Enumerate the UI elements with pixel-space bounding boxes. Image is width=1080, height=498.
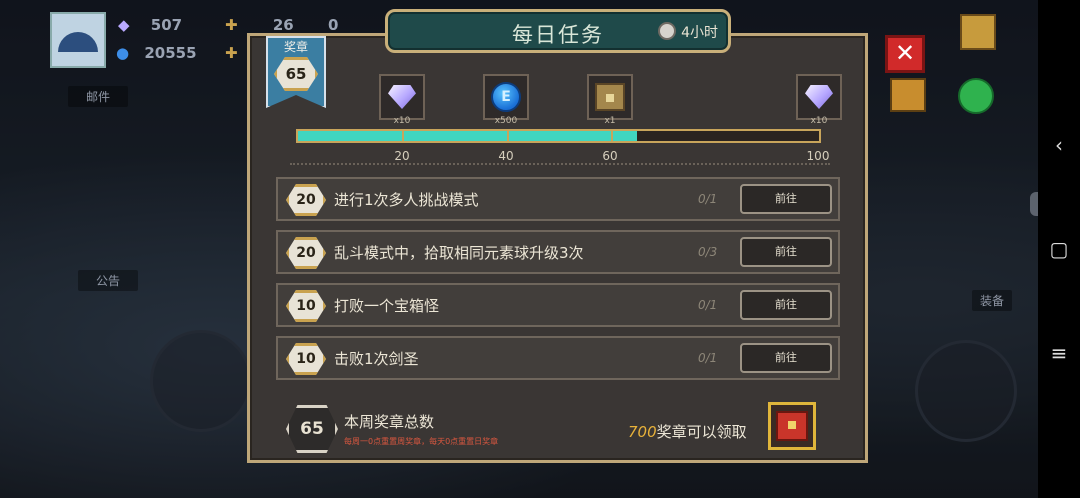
medal-progress-bar xyxy=(296,129,821,143)
home-nav-icon[interactable]: ▢ xyxy=(1046,236,1072,262)
diamond-icon xyxy=(805,85,833,109)
task-description: 进行1次多人挑战模式 xyxy=(334,191,479,209)
chest-icon xyxy=(595,83,625,111)
tick-label-40: 40 xyxy=(498,149,514,163)
progress-tick xyxy=(402,131,404,141)
stat-b-value: 0 xyxy=(328,16,339,34)
tick-label-60: 60 xyxy=(602,149,618,163)
close-button[interactable]: ✕ xyxy=(885,35,925,73)
progress-tick xyxy=(507,131,509,141)
tick-label-20: 20 xyxy=(394,149,410,163)
reward-slot-60[interactable] xyxy=(587,74,633,120)
task-progress: 0/1 xyxy=(698,298,718,312)
go-button[interactable]: 前往 xyxy=(740,290,832,320)
task-points-badge: 10 xyxy=(286,343,326,375)
recents-nav-icon[interactable]: ≡ xyxy=(1046,340,1072,366)
gem-count: 507 xyxy=(150,16,183,34)
coin-counter: ● 20555 xyxy=(116,44,197,62)
claim-number: 700 xyxy=(628,423,657,441)
task-progress: 0/1 xyxy=(698,351,718,365)
reward-qty: x500 xyxy=(494,116,518,126)
task-row: 10 击败1次剑圣 0/1 前往 xyxy=(276,336,840,380)
player-avatar[interactable] xyxy=(50,12,106,68)
reward-slot-100[interactable] xyxy=(796,74,842,120)
reward-slot-40[interactable]: E xyxy=(483,74,529,120)
stat-a-plus[interactable]: ✚ xyxy=(225,44,238,62)
stat-a-counter: ✚ 26 xyxy=(225,16,294,34)
diamond-icon xyxy=(388,85,416,109)
gem-icon: ◆ xyxy=(118,16,130,34)
coin-count: 20555 xyxy=(144,44,197,62)
task-points-badge: 20 xyxy=(286,184,326,216)
reset-timer: 4小时 xyxy=(681,25,718,41)
plus-icon: ✚ xyxy=(225,16,238,34)
progress-fill xyxy=(298,131,637,141)
reward-qty: x1 xyxy=(604,116,616,126)
task-points-badge: 10 xyxy=(286,290,326,322)
shop-icon[interactable] xyxy=(960,14,996,50)
medal-banner-label: 奖章 xyxy=(283,40,308,54)
reward-qty: x10 xyxy=(393,116,411,126)
claim-info: 700奖章可以领取 xyxy=(628,421,747,442)
task-description: 打败一个宝箱怪 xyxy=(334,297,440,315)
weekly-chest-button[interactable] xyxy=(768,402,816,450)
stat-b-counter: 0 xyxy=(328,16,338,34)
dialog-title: 每日任务 xyxy=(512,23,604,47)
clock-icon xyxy=(658,22,676,40)
title-tab: 每日任务 4小时 xyxy=(385,9,731,53)
system-nav-bar: ‹ ▢ ≡ xyxy=(1038,0,1080,498)
divider xyxy=(290,163,830,165)
progress-tick xyxy=(611,131,613,141)
mail-button[interactable]: 邮件 xyxy=(68,86,129,107)
tick-label-100: 100 xyxy=(806,149,830,163)
chat-icon[interactable] xyxy=(958,78,994,114)
task-progress: 0/1 xyxy=(698,192,718,206)
task-row: 20 乱斗模式中，拾取相同元素球升级3次 0/3 前往 xyxy=(276,230,840,274)
task-points-badge: 20 xyxy=(286,237,326,269)
weekly-total-badge: 65 xyxy=(286,405,338,453)
go-button[interactable]: 前往 xyxy=(740,343,832,373)
back-nav-icon[interactable]: ‹ xyxy=(1046,132,1072,158)
coin-icon: ● xyxy=(116,44,130,62)
task-progress: 0/3 xyxy=(698,245,718,259)
weekly-summary: 65 本周奖章总数 每周一0点重置周奖章，每天0点重置日奖章 700奖章可以领取 xyxy=(276,393,840,458)
reward-qty: x10 xyxy=(810,116,828,126)
go-button[interactable]: 前往 xyxy=(740,184,832,214)
weekly-total-title: 本周奖章总数 xyxy=(344,413,435,431)
medal-count: 65 xyxy=(285,65,307,83)
blue-coin-icon: E xyxy=(491,82,521,112)
bonus-icon[interactable] xyxy=(890,78,926,112)
stat-a-value: 26 xyxy=(272,16,294,34)
task-row: 20 进行1次多人挑战模式 0/1 前往 xyxy=(276,177,840,221)
notice-button[interactable]: 公告 xyxy=(78,270,139,291)
go-button[interactable]: 前往 xyxy=(740,237,832,267)
task-row: 10 打败一个宝箱怪 0/1 前往 xyxy=(276,283,840,327)
task-description: 乱斗模式中，拾取相同元素球升级3次 xyxy=(334,244,584,262)
reward-slot-20[interactable] xyxy=(379,74,425,120)
reset-note: 每周一0点重置周奖章，每天0点重置日奖章 xyxy=(344,437,499,446)
red-chest-icon xyxy=(776,411,808,441)
gem-counter: ◆ 507 xyxy=(118,16,182,34)
task-description: 击败1次剑圣 xyxy=(334,350,419,368)
equip-button[interactable]: 装备 xyxy=(972,290,1013,311)
claim-text: 奖章可以领取 xyxy=(656,423,747,441)
